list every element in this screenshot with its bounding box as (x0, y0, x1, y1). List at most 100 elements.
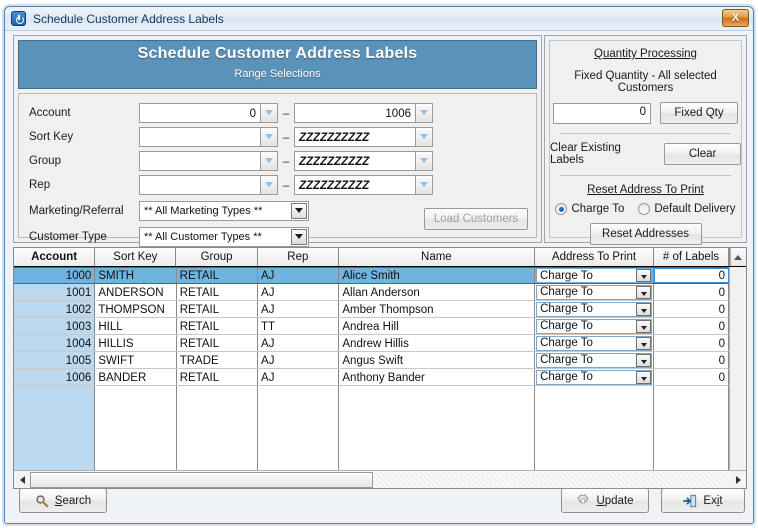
cell-address-to-print[interactable]: Charge To (535, 318, 655, 334)
table-row[interactable]: 1006 BANDER RETAIL AJ Anthony Bander Charge T… (14, 369, 729, 386)
cell-group[interactable]: RETAIL (177, 335, 259, 351)
grid-header-address[interactable]: Address To Print (534, 248, 655, 266)
rep-from-dropdown-icon[interactable] (261, 174, 278, 195)
address-to-print-select[interactable]: Charge To (536, 268, 653, 283)
rep-from-input[interactable] (139, 174, 261, 195)
sortkey-from-dropdown-icon[interactable] (261, 126, 278, 147)
chevron-down-icon[interactable] (636, 336, 652, 350)
account-to-input[interactable]: 1006 (294, 102, 416, 123)
sortkey-to-input[interactable]: ZZZZZZZZZZ (294, 126, 416, 147)
grid-header-sortkey[interactable]: Sort Key (95, 248, 177, 266)
cell-sortkey[interactable]: ANDERSON (95, 284, 177, 300)
sortkey-to-dropdown-icon[interactable] (416, 126, 433, 147)
cell-account[interactable]: 1001 (14, 284, 96, 300)
grid-header-name[interactable]: Name (338, 248, 535, 266)
cell-group[interactable]: RETAIL (177, 369, 259, 385)
rep-to-dropdown-icon[interactable] (416, 174, 433, 195)
grid-header-labels[interactable]: # of Labels (654, 248, 729, 266)
address-to-print-select[interactable]: Charge To (536, 318, 653, 334)
address-to-print-select[interactable]: Charge To (536, 352, 653, 368)
cell-address-to-print[interactable]: Charge To (535, 268, 655, 283)
cell-group[interactable]: TRADE (177, 352, 259, 368)
load-customers-button[interactable]: Load Customers (424, 208, 528, 230)
cell-sortkey[interactable]: HILLIS (95, 335, 177, 351)
table-row[interactable]: 1004 HILLIS RETAIL AJ Andrew Hillis Charge To… (14, 335, 729, 352)
table-row[interactable]: 1005 SWIFT TRADE AJ Angus Swift Charge To 0 (14, 352, 729, 369)
radio-charge-to[interactable]: Charge To (555, 203, 624, 215)
table-row[interactable]: 1000 SMITH RETAIL AJ Alice Smith Charge To 0 (14, 267, 729, 284)
cell-address-to-print[interactable]: Charge To (535, 335, 655, 351)
address-to-print-select[interactable]: Charge To (536, 284, 653, 300)
chevron-down-icon[interactable] (291, 228, 307, 245)
cell-sortkey[interactable]: HILL (95, 318, 177, 334)
group-from-dropdown-icon[interactable] (261, 150, 278, 171)
cell-name[interactable]: Anthony Bander (339, 369, 536, 385)
clear-button[interactable]: Clear (664, 143, 741, 165)
cell-rep[interactable]: AJ (258, 301, 340, 317)
cell-number-of-labels[interactable]: 0 (654, 335, 729, 351)
chevron-down-icon[interactable] (291, 202, 307, 219)
cell-account[interactable]: 1006 (14, 369, 96, 385)
cell-name[interactable]: Angus Swift (339, 352, 536, 368)
grid-header-rep[interactable]: Rep (257, 248, 339, 266)
cell-rep[interactable]: AJ (258, 335, 340, 351)
update-button[interactable]: Update (561, 488, 649, 513)
cell-account[interactable]: 1005 (14, 352, 96, 368)
cell-sortkey[interactable]: SMITH (95, 268, 177, 283)
scroll-up-icon[interactable] (729, 248, 747, 266)
cell-address-to-print[interactable]: Charge To (535, 284, 655, 300)
address-to-print-select[interactable]: Charge To (536, 369, 653, 385)
cell-number-of-labels[interactable]: 0 (654, 318, 729, 334)
cell-account[interactable]: 1004 (14, 335, 96, 351)
cell-group[interactable]: RETAIL (177, 284, 259, 300)
address-to-print-select[interactable]: Charge To (536, 301, 653, 317)
chevron-down-icon[interactable] (636, 353, 652, 367)
marketing-referral-select[interactable]: ** All Marketing Types ** (139, 200, 309, 221)
cell-address-to-print[interactable]: Charge To (535, 352, 655, 368)
cell-account[interactable]: 1003 (14, 318, 96, 334)
account-from-input[interactable]: 0 (139, 102, 261, 123)
group-from-input[interactable] (139, 150, 261, 171)
cell-address-to-print[interactable]: Charge To (535, 301, 655, 317)
cell-sortkey[interactable]: BANDER (95, 369, 177, 385)
vertical-scrollbar[interactable] (729, 267, 746, 470)
chevron-down-icon[interactable] (636, 285, 652, 299)
group-to-input[interactable]: ZZZZZZZZZZ (294, 150, 416, 171)
cell-rep[interactable]: AJ (258, 352, 340, 368)
customer-type-select[interactable]: ** All Customer Types ** (139, 226, 309, 247)
fixed-quantity-input[interactable]: 0 (553, 102, 651, 124)
cell-number-of-labels[interactable]: 0 (654, 284, 729, 300)
table-row[interactable]: 1003 HILL RETAIL TT Andrea Hill Charge To 0 (14, 318, 729, 335)
chevron-down-icon[interactable] (636, 302, 652, 316)
account-from-dropdown-icon[interactable] (261, 102, 278, 123)
cell-account[interactable]: 1002 (14, 301, 96, 317)
radio-default-delivery[interactable]: Default Delivery (638, 203, 736, 215)
grid-header-group[interactable]: Group (176, 248, 258, 266)
cell-group[interactable]: RETAIL (177, 318, 259, 334)
cell-number-of-labels[interactable]: 0 (654, 352, 729, 368)
cell-rep[interactable]: AJ (258, 369, 340, 385)
cell-name[interactable]: Andrea Hill (339, 318, 536, 334)
group-to-dropdown-icon[interactable] (416, 150, 433, 171)
exit-button[interactable]: Exit (661, 488, 745, 513)
table-row[interactable]: 1001 ANDERSON RETAIL AJ Allan Anderson Charge… (14, 284, 729, 301)
cell-name[interactable]: Allan Anderson (339, 284, 536, 300)
table-row[interactable]: 1002 THOMPSON RETAIL AJ Amber Thompson Charge… (14, 301, 729, 318)
cell-name[interactable]: Amber Thompson (339, 301, 536, 317)
cell-number-of-labels[interactable]: 0 (654, 301, 729, 317)
reset-addresses-button[interactable]: Reset Addresses (589, 223, 702, 245)
cell-number-of-labels[interactable]: 0 (654, 369, 729, 385)
cell-number-of-labels[interactable]: 0 (654, 268, 729, 283)
cell-sortkey[interactable]: THOMPSON (95, 301, 177, 317)
address-to-print-select[interactable]: Charge To (536, 335, 653, 351)
grid-header-account[interactable]: Account (14, 248, 96, 266)
cell-group[interactable]: RETAIL (176, 268, 258, 283)
chevron-down-icon[interactable] (636, 269, 652, 282)
cell-rep[interactable]: AJ (258, 284, 340, 300)
cell-rep[interactable]: TT (258, 318, 340, 334)
chevron-down-icon[interactable] (636, 319, 652, 333)
account-to-dropdown-icon[interactable] (416, 102, 433, 123)
chevron-down-icon[interactable] (636, 370, 652, 384)
cell-name[interactable]: Andrew Hillis (339, 335, 536, 351)
cell-sortkey[interactable]: SWIFT (95, 352, 177, 368)
